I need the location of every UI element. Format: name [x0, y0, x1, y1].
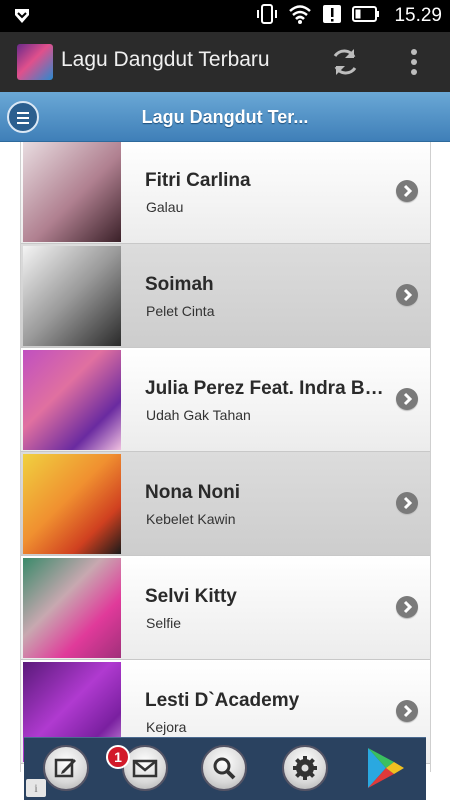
- song-artist: Nona Noni: [145, 482, 240, 503]
- song-row[interactable]: Soimah Pelet Cinta: [21, 244, 430, 348]
- album-art-thumbnail: [23, 350, 121, 450]
- chevron-right-icon[interactable]: [396, 388, 418, 410]
- chevron-right-icon[interactable]: [396, 700, 418, 722]
- search-button[interactable]: [201, 745, 247, 791]
- album-art-thumbnail: [23, 246, 121, 346]
- ad-info-icon[interactable]: i: [26, 779, 46, 797]
- song-artist: Selvi Kitty: [145, 586, 237, 607]
- song-row[interactable]: Nona Noni Kebelet Kawin: [21, 452, 430, 556]
- status-bar: 15.29: [0, 0, 450, 32]
- chevron-right-icon[interactable]: [396, 492, 418, 514]
- song-artist: Lesti D`Academy: [145, 690, 300, 711]
- settings-button[interactable]: [282, 745, 328, 791]
- song-title: Selfie: [146, 615, 182, 631]
- status-time: 15.29: [394, 5, 442, 26]
- notification-shield-icon: [12, 6, 32, 26]
- song-title: Pelet Cinta: [146, 303, 215, 319]
- header-title: Lagu Dangdut Ter...: [141, 107, 309, 127]
- overflow-menu-icon[interactable]: [404, 44, 424, 80]
- play-store-icon[interactable]: [362, 745, 408, 791]
- song-row[interactable]: Fitri Carlina Galau: [21, 142, 430, 244]
- song-row[interactable]: Selvi Kitty Selfie: [21, 556, 430, 660]
- song-title: Kebelet Kawin: [146, 511, 236, 527]
- chevron-right-icon[interactable]: [396, 180, 418, 202]
- app-icon: [17, 44, 53, 80]
- battery-icon: [352, 5, 380, 27]
- wifi-icon: [288, 3, 312, 29]
- status-icons: 15.29: [256, 4, 442, 28]
- song-row[interactable]: Julia Perez Feat. Indra Bekti Udah Gak T…: [21, 348, 430, 452]
- song-artist: Julia Perez Feat. Indra Bekti: [145, 378, 385, 399]
- album-art-thumbnail: [23, 558, 121, 658]
- album-art-thumbnail: [23, 454, 121, 554]
- alert-icon: [322, 3, 342, 29]
- song-list: Fitri Carlina Galau Soimah Pelet Cinta J…: [20, 142, 431, 772]
- chevron-right-icon[interactable]: [396, 284, 418, 306]
- edit-button[interactable]: [43, 745, 89, 791]
- song-title: Galau: [146, 199, 184, 215]
- vibrate-icon: [256, 3, 278, 29]
- song-title: Udah Gak Tahan: [146, 407, 251, 423]
- notification-badge: 1: [106, 745, 130, 769]
- song-artist: Fitri Carlina: [145, 170, 251, 191]
- album-art-thumbnail: [23, 142, 121, 242]
- refresh-icon[interactable]: [327, 44, 363, 80]
- chevron-right-icon[interactable]: [396, 596, 418, 618]
- song-artist: Soimah: [145, 274, 214, 295]
- song-title: Kejora: [146, 719, 187, 735]
- app-title: Lagu Dangdut Terbaru: [61, 48, 270, 71]
